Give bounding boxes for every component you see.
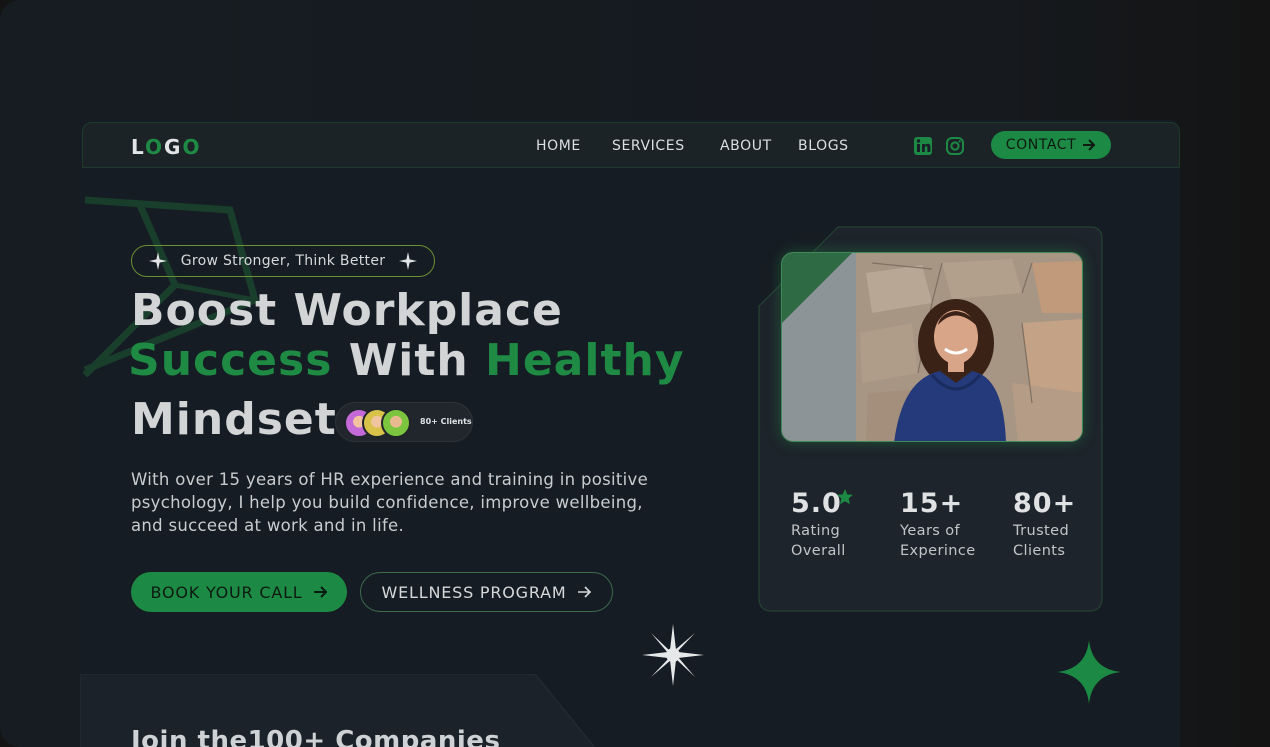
- heading-green-word: Success: [128, 335, 333, 386]
- hero-heading-line2: Success With Healthy: [128, 335, 685, 386]
- nav-blogs[interactable]: BLOGS: [798, 138, 849, 154]
- hero-heading-line3: Mindset: [131, 394, 337, 445]
- browser-frame: LOGO HOME SERVICES ABOUT BLOGS CONTACT G: [0, 0, 1270, 747]
- profile-photo: [781, 252, 1083, 442]
- star-icon: [837, 489, 853, 505]
- tagline-text: Grow Stronger, Think Better: [180, 253, 386, 269]
- hero-heading-line1: Boost Workplace: [131, 285, 563, 336]
- sparkle-icon: [1057, 640, 1121, 704]
- logo-letter: O: [182, 135, 202, 159]
- stat-label: Clients: [1013, 543, 1066, 559]
- stat-label: Rating: [791, 523, 841, 539]
- clients-count-text: 80+ Clients: [420, 417, 472, 426]
- logo[interactable]: LOGO: [131, 135, 201, 159]
- stat-value: 80+: [1013, 488, 1077, 519]
- stat-label: Overall: [791, 543, 846, 559]
- avatar: [381, 408, 411, 438]
- book-call-label: BOOK YOUR CALL: [150, 582, 303, 602]
- linkedin-icon[interactable]: [913, 136, 933, 156]
- arrow-right-icon: [313, 586, 327, 598]
- contact-button[interactable]: CONTACT: [991, 131, 1111, 159]
- nav-services[interactable]: SERVICES: [612, 138, 685, 154]
- sparkle-icon: [148, 252, 167, 270]
- logo-letter: G: [164, 135, 183, 159]
- contact-label: CONTACT: [1005, 137, 1077, 153]
- stat-label: Experince: [900, 543, 976, 559]
- nav-home[interactable]: HOME: [536, 138, 581, 154]
- top-navbar: LOGO HOME SERVICES ABOUT BLOGS CONTACT: [82, 122, 1180, 168]
- arrow-right-icon: [577, 586, 591, 598]
- logo-letter: O: [145, 135, 165, 159]
- heading-white-word: With: [332, 335, 486, 386]
- wellness-program-button[interactable]: WELLNESS PROGRAM: [360, 572, 613, 612]
- logo-letter: L: [131, 135, 146, 159]
- clients-badge: 80+ Clients: [335, 402, 473, 442]
- companies-heading: Join the100+ Companies: [131, 726, 501, 747]
- hero-description: With over 15 years of HR experience and …: [131, 470, 649, 535]
- portrait-image: [782, 253, 1082, 441]
- book-call-button[interactable]: BOOK YOUR CALL: [131, 572, 347, 612]
- wellness-program-label: WELLNESS PROGRAM: [381, 582, 567, 602]
- arrow-right-icon: [1083, 139, 1096, 151]
- stat-clients: 80+ Trusted Clients: [1013, 488, 1076, 561]
- stat-years: 15+ Years of Experince: [900, 488, 976, 561]
- stat-label: Trusted: [1013, 523, 1070, 539]
- sparkle-icon: [399, 252, 418, 270]
- starburst-icon: [642, 624, 704, 686]
- tagline-badge: Grow Stronger, Think Better: [131, 245, 435, 277]
- stat-value: 15+: [900, 488, 964, 519]
- heading-green-word: Healthy: [485, 335, 685, 386]
- instagram-icon[interactable]: [945, 136, 965, 156]
- nav-about[interactable]: ABOUT: [720, 138, 772, 154]
- stat-label: Years of: [900, 523, 961, 539]
